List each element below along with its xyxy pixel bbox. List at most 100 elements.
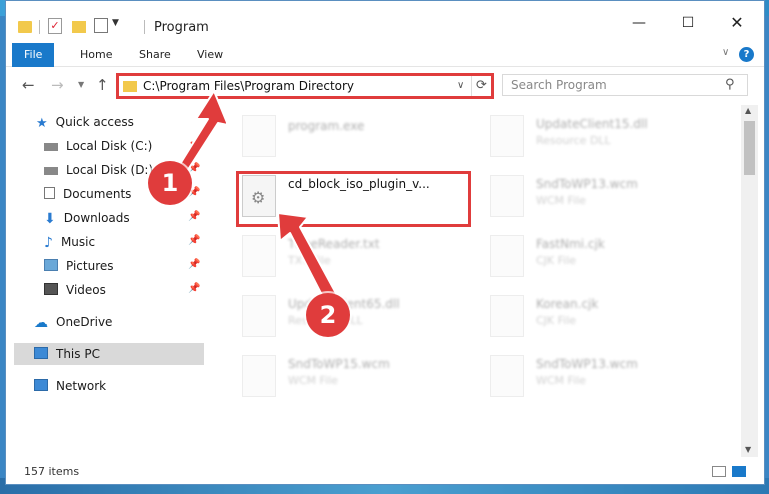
videos-icon: [44, 283, 58, 295]
file-item[interactable]: Korean.cjk CJK File: [484, 289, 714, 345]
file-item[interactable]: SndToWP15.wcm WCM File: [236, 349, 466, 405]
search-input[interactable]: Search Program ⚲: [502, 74, 748, 96]
nav-label: Network: [56, 379, 107, 393]
file-name: SndToWP13.wcm: [536, 357, 638, 371]
file-highlight-box: [236, 171, 471, 227]
title-bar: ✓ ▼ Program — ☐ ✕: [6, 1, 764, 39]
file-item[interactable]: FastNmi.cjk CJK File: [484, 229, 714, 285]
file-name: program.exe: [288, 119, 365, 133]
large-icons-view-icon[interactable]: [732, 466, 746, 477]
properties-icon[interactable]: [94, 18, 108, 33]
dll-file-icon: [242, 295, 276, 337]
drive-icon: [44, 143, 58, 151]
nav-downloads[interactable]: ⬇ Downloads: [44, 207, 130, 229]
generic-file-icon: [490, 235, 524, 277]
maximize-button[interactable]: ☐: [665, 11, 711, 35]
recent-locations-chevron-icon[interactable]: ▼: [78, 80, 84, 89]
nav-pictures[interactable]: Pictures: [44, 255, 114, 277]
vertical-scrollbar[interactable]: ▲ ▼: [741, 105, 758, 457]
minimize-button[interactable]: —: [616, 11, 662, 35]
nav-onedrive[interactable]: ☁ OneDrive: [34, 311, 112, 333]
nav-quick-access[interactable]: ★ Quick access: [36, 111, 134, 133]
tab-share[interactable]: Share: [125, 43, 185, 67]
nav-label: Documents: [63, 187, 132, 201]
file-item[interactable]: TfineReader.txt TXT File: [236, 229, 466, 285]
tab-view[interactable]: View: [183, 43, 237, 67]
customize-toolbar-chevron-icon[interactable]: ▼: [112, 18, 119, 34]
nav-music[interactable]: ♪ Music: [44, 231, 95, 253]
up-arrow-icon[interactable]: ↑: [96, 76, 109, 94]
search-icon[interactable]: ⚲: [725, 77, 735, 92]
computer-icon: [34, 347, 48, 359]
file-type: CJK File: [536, 254, 577, 267]
scroll-down-arrow-icon[interactable]: ▼: [745, 445, 751, 454]
file-type: WCM File: [536, 374, 586, 387]
status-bar: 157 items: [6, 459, 764, 483]
dll-file-icon: [490, 115, 524, 157]
nav-local-disk-c[interactable]: Local Disk (C:): [44, 135, 152, 157]
back-arrow-icon[interactable]: ←: [22, 76, 35, 94]
properties-check-icon[interactable]: ✓: [48, 18, 62, 34]
file-type: Resource DLL: [536, 134, 611, 147]
nav-documents[interactable]: Documents: [44, 183, 131, 205]
help-icon[interactable]: ?: [739, 47, 754, 62]
file-item[interactable]: UpdateClient65.dll Resource DLL: [236, 289, 466, 345]
exe-file-icon: [242, 115, 276, 157]
search-placeholder: Search Program: [511, 78, 607, 92]
pin-icon[interactable]: 📌: [188, 259, 200, 270]
folder-icon: [18, 21, 32, 33]
music-icon: ♪: [44, 235, 53, 251]
nav-label: Music: [60, 235, 96, 249]
downloads-icon: ⬇: [44, 211, 56, 227]
step-1-badge: 1: [148, 161, 192, 205]
file-name: SndToWP15.wcm: [288, 357, 390, 371]
pin-icon[interactable]: 📌: [188, 211, 200, 222]
file-type: WCM File: [288, 374, 338, 387]
scroll-thumb[interactable]: [744, 121, 755, 175]
nav-network[interactable]: Network: [34, 375, 106, 397]
expand-ribbon-chevron-icon[interactable]: ∨: [722, 47, 729, 58]
new-folder-icon[interactable]: [72, 21, 86, 33]
scroll-up-arrow-icon[interactable]: ▲: [745, 106, 751, 115]
explorer-window: ✓ ▼ Program — ☐ ✕ File Home Share View ∨…: [5, 0, 765, 485]
file-item[interactable]: SndToWP13.wcm WCM File: [484, 169, 714, 225]
network-icon: [34, 379, 48, 391]
file-item[interactable]: UpdateClient15.dll Resource DLL: [484, 109, 714, 165]
nav-label: OneDrive: [56, 315, 113, 329]
forward-arrow-icon[interactable]: →: [51, 76, 64, 94]
nav-label: Downloads: [63, 211, 130, 225]
pictures-icon: [44, 259, 58, 271]
pin-icon[interactable]: 📌: [188, 235, 200, 246]
nav-local-disk-d[interactable]: Local Disk (D:): [44, 159, 153, 181]
file-name: Korean.cjk: [536, 297, 599, 311]
address-history-chevron-icon[interactable]: ∨: [457, 80, 464, 91]
folder-icon: [123, 81, 137, 92]
pin-icon[interactable]: 📌: [188, 283, 200, 294]
nav-label: Local Disk (D:): [66, 163, 154, 177]
annotation-arrow-2: [277, 212, 339, 304]
generic-file-icon: [490, 355, 524, 397]
drive-icon: [44, 167, 58, 175]
refresh-icon[interactable]: ⟳: [471, 76, 491, 96]
documents-icon: [44, 187, 55, 199]
file-name: SndToWP13.wcm: [536, 177, 638, 191]
details-view-icon[interactable]: [712, 466, 726, 477]
file-item[interactable]: program.exe: [236, 109, 466, 165]
nav-this-pc[interactable]: This PC: [14, 343, 204, 365]
file-item[interactable]: SndToWP13.wcm WCM File: [484, 349, 714, 405]
nav-label: This PC: [56, 347, 100, 361]
file-type: WCM File: [536, 194, 586, 207]
generic-file-icon: [490, 175, 524, 217]
ribbon-tabs: File Home Share View: [6, 43, 764, 67]
nav-label: Videos: [66, 283, 106, 297]
nav-label: Quick access: [55, 115, 134, 129]
step-2-badge: 2: [306, 293, 350, 337]
file-type: CJK File: [536, 314, 577, 327]
tab-file[interactable]: File: [12, 43, 55, 67]
tab-home[interactable]: Home: [66, 43, 126, 67]
nav-videos[interactable]: Videos: [44, 279, 106, 301]
star-icon: ★: [36, 116, 48, 131]
close-button[interactable]: ✕: [714, 11, 760, 35]
file-name: UpdateClient15.dll: [536, 117, 648, 131]
divider: [144, 20, 145, 34]
